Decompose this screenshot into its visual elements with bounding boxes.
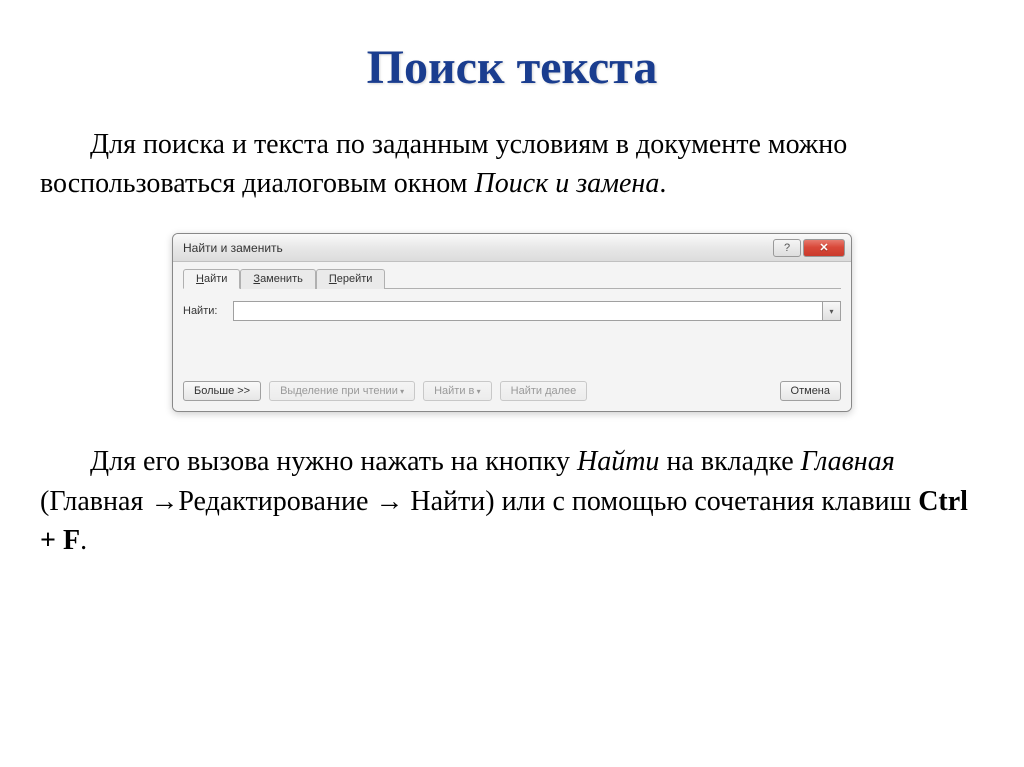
help-button[interactable]: ? bbox=[773, 239, 801, 257]
intro-text-before: Для поиска и текста по заданным условиям… bbox=[40, 129, 847, 199]
tab-label-rest: аменить bbox=[260, 273, 303, 285]
tab-label-rest: айти bbox=[204, 273, 227, 285]
tabs: Найти Заменить Перейти bbox=[183, 268, 841, 289]
outro-part4: . bbox=[80, 525, 87, 556]
search-input[interactable] bbox=[233, 301, 823, 321]
highlight-reading-button[interactable]: Выделение при чтении bbox=[269, 381, 415, 401]
search-input-wrapper: ▾ bbox=[233, 301, 841, 321]
search-input-row: Найти: ▾ bbox=[183, 301, 841, 321]
intro-text-italic: Поиск и замена bbox=[474, 168, 659, 199]
dialog-body: Найти Заменить Перейти Найти: ▾ Больше bbox=[173, 262, 851, 411]
titlebar-controls: ? ✕ bbox=[771, 239, 845, 257]
cancel-button[interactable]: Отмена bbox=[780, 381, 841, 401]
outro-italic1: Найти bbox=[577, 446, 659, 477]
dropdown-arrow-icon[interactable]: ▾ bbox=[823, 301, 841, 321]
tab-goto[interactable]: Перейти bbox=[316, 269, 386, 289]
tab-find[interactable]: Найти bbox=[183, 269, 240, 289]
outro-part3: (Главная →Редактирование → Найти) или с … bbox=[40, 486, 918, 517]
intro-text-after: . bbox=[659, 168, 666, 199]
tab-label-rest: ерейти bbox=[337, 273, 373, 285]
search-label: Найти: bbox=[183, 305, 233, 317]
titlebar: Найти и заменить ? ✕ bbox=[173, 234, 851, 262]
find-next-button[interactable]: Найти далее bbox=[500, 381, 588, 401]
outro-paragraph: Для его вызова нужно нажать на кнопку На… bbox=[40, 442, 984, 560]
find-replace-dialog: Найти и заменить ? ✕ Найти Заменить Пере… bbox=[172, 233, 852, 412]
outro-part2: на вкладке bbox=[659, 446, 800, 477]
titlebar-title: Найти и заменить bbox=[183, 241, 283, 255]
find-in-button[interactable]: Найти в bbox=[423, 381, 492, 401]
dialog-container: Найти и заменить ? ✕ Найти Заменить Пере… bbox=[172, 233, 852, 412]
tab-underline: Н bbox=[196, 273, 204, 285]
tab-replace[interactable]: Заменить bbox=[240, 269, 315, 289]
more-button[interactable]: Больше >> bbox=[183, 381, 261, 401]
close-button[interactable]: ✕ bbox=[803, 239, 845, 257]
intro-paragraph: Для поиска и текста по заданным условиям… bbox=[40, 125, 984, 203]
outro-part1: Для его вызова нужно нажать на кнопку bbox=[90, 446, 577, 477]
slide-title: Поиск текста bbox=[40, 40, 984, 95]
tab-underline: П bbox=[329, 273, 337, 285]
outro-italic2: Главная bbox=[801, 446, 895, 477]
button-row: Больше >> Выделение при чтении Найти в Н… bbox=[183, 381, 841, 401]
